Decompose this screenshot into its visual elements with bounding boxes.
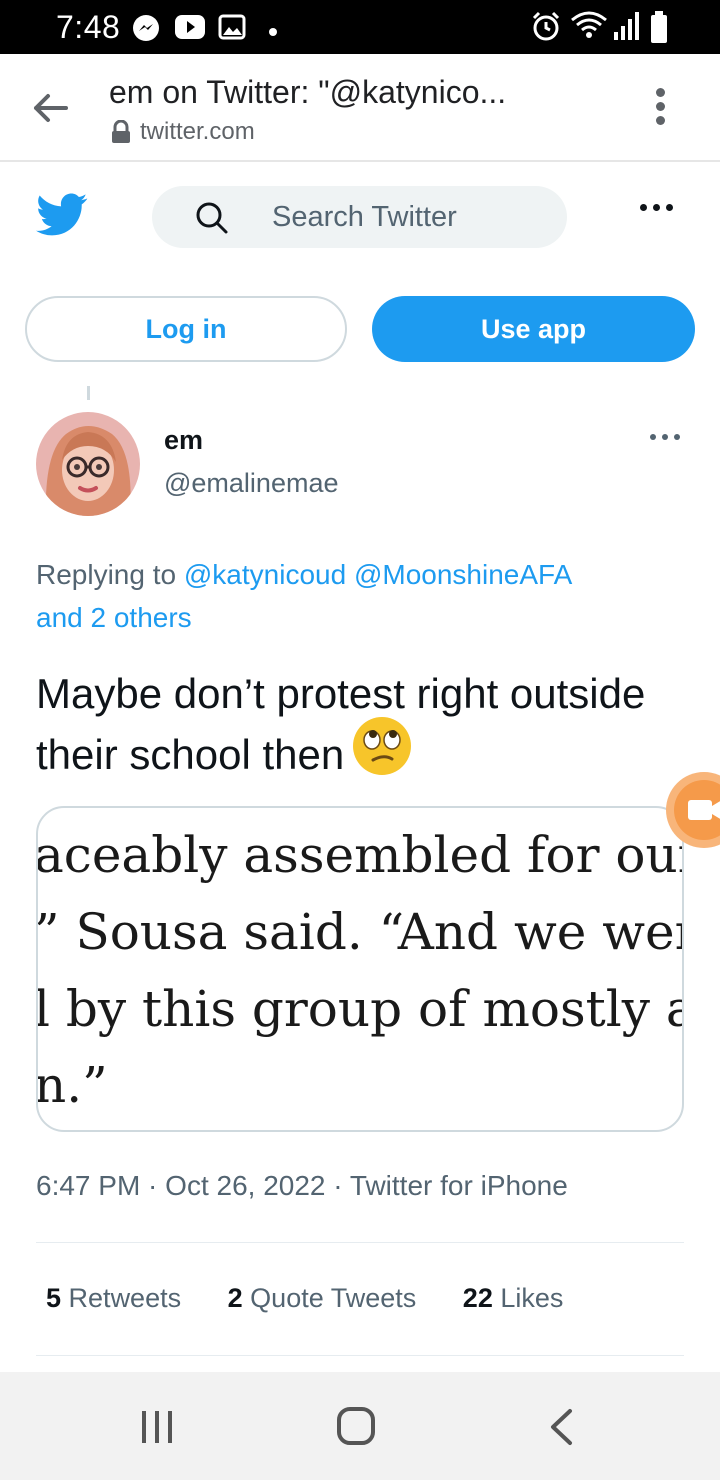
- mention-katynicoud[interactable]: @katynicoud: [184, 559, 346, 590]
- gallery-icon: [218, 14, 246, 45]
- mention-others[interactable]: and 2 others: [36, 602, 192, 633]
- login-button[interactable]: Log in: [25, 296, 347, 362]
- browser-menu-icon[interactable]: [648, 88, 672, 132]
- tweet-stats: 5 Retweets 2 Quote Tweets 22 Likes: [46, 1283, 602, 1314]
- tweet-source[interactable]: Twitter for iPhone: [350, 1170, 568, 1201]
- tweet-media[interactable]: aceably assembled for our f ” Sousa said…: [36, 806, 684, 1132]
- battery-icon: [650, 10, 668, 49]
- status-time: 7:48: [56, 9, 121, 45]
- status-bar: 7:48: [0, 0, 720, 54]
- quotes-label: Quote Tweets: [250, 1283, 417, 1313]
- eye-roll-emoji-icon: [352, 716, 412, 792]
- tweet-more-icon[interactable]: [650, 434, 680, 440]
- divider: [36, 1355, 684, 1356]
- more-options-icon[interactable]: [640, 204, 680, 224]
- replying-to: Replying to @katynicoud @MoonshineAFA an…: [36, 553, 676, 639]
- quotes-count: 2: [227, 1283, 243, 1313]
- mention-moonshineafa[interactable]: @MoonshineAFA: [354, 559, 572, 590]
- screen-recorder-icon[interactable]: [664, 770, 720, 850]
- home-icon[interactable]: [337, 1407, 375, 1445]
- youtube-icon: [174, 14, 206, 45]
- meta-separator: ·: [325, 1170, 350, 1201]
- quote-tweets-stat[interactable]: 2 Quote Tweets: [228, 1283, 417, 1313]
- tweet-timestamp: 6:47 PM · Oct 26, 2022 · Twitter for iPh…: [36, 1170, 568, 1202]
- use-app-button[interactable]: Use app: [372, 296, 695, 362]
- thread-line: [87, 386, 90, 400]
- lock-icon: [110, 119, 132, 149]
- meta-separator: ·: [140, 1170, 166, 1201]
- media-text-line: l by this group of mostly an: [36, 980, 684, 1038]
- retweets-label: Retweets: [68, 1283, 182, 1313]
- wifi-icon: [570, 10, 608, 45]
- alarm-icon: [530, 10, 562, 47]
- replying-prefix: Replying to: [36, 559, 177, 590]
- retweets-stat[interactable]: 5 Retweets: [46, 1283, 181, 1313]
- tweet-body: Maybe don’t protest right outside their …: [36, 670, 646, 779]
- likes-label: Likes: [500, 1283, 564, 1313]
- retweets-count: 5: [46, 1283, 62, 1313]
- search-placeholder: Search Twitter: [272, 201, 457, 233]
- tweet-text: Maybe don’t protest right outside their …: [36, 664, 676, 792]
- divider: [36, 1242, 684, 1243]
- author-name[interactable]: em: [164, 425, 203, 456]
- browser-bar: em on Twitter: "@katynico... twitter.com: [0, 54, 720, 162]
- recent-apps-icon[interactable]: [139, 1409, 175, 1450]
- media-text-line: aceably assembled for our f: [36, 826, 684, 884]
- messenger-icon: [132, 14, 160, 47]
- nav-back-icon[interactable]: [548, 1408, 574, 1451]
- page-title: em on Twitter: "@katynico...: [109, 74, 507, 110]
- author-handle[interactable]: @emalinemae: [164, 468, 339, 499]
- search-icon: [194, 200, 230, 241]
- search-bar[interactable]: Search Twitter: [152, 186, 567, 248]
- twitter-logo-icon[interactable]: [36, 192, 88, 238]
- tweet-date[interactable]: Oct 26, 2022: [165, 1170, 325, 1201]
- likes-stat[interactable]: 22 Likes: [463, 1283, 564, 1313]
- signal-icon: [612, 10, 640, 47]
- back-arrow-icon[interactable]: [30, 88, 74, 128]
- notification-dot-icon: [268, 24, 278, 42]
- media-text-line: ” Sousa said. “And we were: [36, 903, 684, 961]
- avatar[interactable]: [36, 412, 140, 516]
- page-url[interactable]: twitter.com: [140, 118, 255, 146]
- likes-count: 22: [462, 1283, 493, 1313]
- android-nav-bar: [0, 1372, 720, 1480]
- media-text-line: n.”: [36, 1056, 108, 1114]
- tweet-time[interactable]: 6:47 PM: [36, 1170, 140, 1201]
